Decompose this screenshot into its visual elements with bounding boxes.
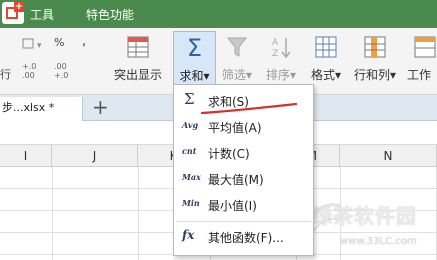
rows-columns-button[interactable]: 行和列▾ [350,34,400,90]
min-icon: Min [182,198,200,208]
watermark-url: www.33LC.com [340,236,417,247]
filter-button[interactable]: 筛选▾ [218,34,256,90]
menu-item-average-label: 平均值(A) [208,121,262,135]
autosum-label: 求和▾ [179,69,210,83]
max-icon: Max [182,172,201,182]
sort-button[interactable]: A Z 排序▾ [262,34,300,90]
menu-item-more-functions-label: 其他函数(F)... [208,231,284,245]
menu-item-min[interactable]: Min 最小值(I) [174,192,313,218]
menu-bar: + 工具 特色功能 [0,0,437,28]
menu-item-max-label: 最大值(M) [208,173,264,187]
format-cells-icon [315,36,337,58]
red-underline-annotation [200,102,298,115]
document-tab[interactable]: 步...xlsx * [0,97,83,121]
currency-format-button[interactable]: ▾ [22,36,48,51]
svg-text:▾: ▾ [37,41,42,51]
currency-icon: ▾ [22,38,42,51]
filter-icon [226,37,248,57]
worksheet-label: 工作 [407,68,432,82]
decrease-decimal-button[interactable]: .00 +.0 [54,62,78,84]
sort-az-icon: A Z [272,38,291,59]
avg-icon: Avg [182,120,199,130]
worksheet-icon [414,36,436,58]
column-header-I[interactable]: I [0,145,52,167]
sigma-icon: Σ [186,34,203,62]
sort-label: 排序▾ [265,68,297,82]
menu-item-more-functions[interactable]: fx 其他函数(F)... [174,224,313,250]
ribbon-partial-label: 行 [0,68,11,81]
watermark-title: 绿茶软件园 [312,204,417,228]
menu-item-min-label: 最小值(I) [208,199,257,213]
autosum-button[interactable]: Σ 求和▾ [173,31,216,91]
fx-icon: fx [182,228,195,242]
menu-separator [176,221,311,222]
svg-text:A: A [272,38,279,48]
percent-style-button[interactable]: % [54,36,64,49]
increase-decimal-button[interactable]: +.0 .00 [22,62,46,84]
comma-style-button[interactable]: , [82,34,86,49]
new-tab-button[interactable]: + [92,96,109,118]
watermark: 绿茶软件园 www.33LC.com [300,196,437,256]
menu-item-max[interactable]: Max 最大值(M) [174,166,313,192]
column-header-N[interactable]: N [340,145,437,167]
conditional-format-button[interactable]: 突出显示 [108,34,168,90]
menu-item-average[interactable]: Avg 平均值(A) [174,114,313,140]
rows-columns-label: 行和列▾ [353,68,397,82]
format-label: 格式▾ [310,68,342,82]
filter-label: 筛选▾ [221,68,253,82]
conditional-format-label: 突出显示 [113,68,162,82]
rows-columns-icon [364,36,386,58]
conditional-format-icon [127,36,149,58]
format-button[interactable]: 格式▾ [306,34,346,90]
menu-special-features[interactable]: 特色功能 [86,6,134,23]
menu-item-count-label: 计数(C) [208,147,250,161]
column-header-J[interactable]: J [52,145,138,167]
menu-item-count[interactable]: cnt 计数(C) [174,140,313,166]
spreadsheet-window: + 工具 特色功能 行 ▾ % , +.0 .00 .00 +.0 突出显示 Σ… [0,0,437,260]
svg-text:Z: Z [272,49,278,59]
menu-tools[interactable]: 工具 [30,6,54,23]
cnt-icon: cnt [182,146,197,156]
worksheet-button[interactable]: 工作 [405,34,437,90]
app-logo-icon[interactable]: + [2,2,24,24]
